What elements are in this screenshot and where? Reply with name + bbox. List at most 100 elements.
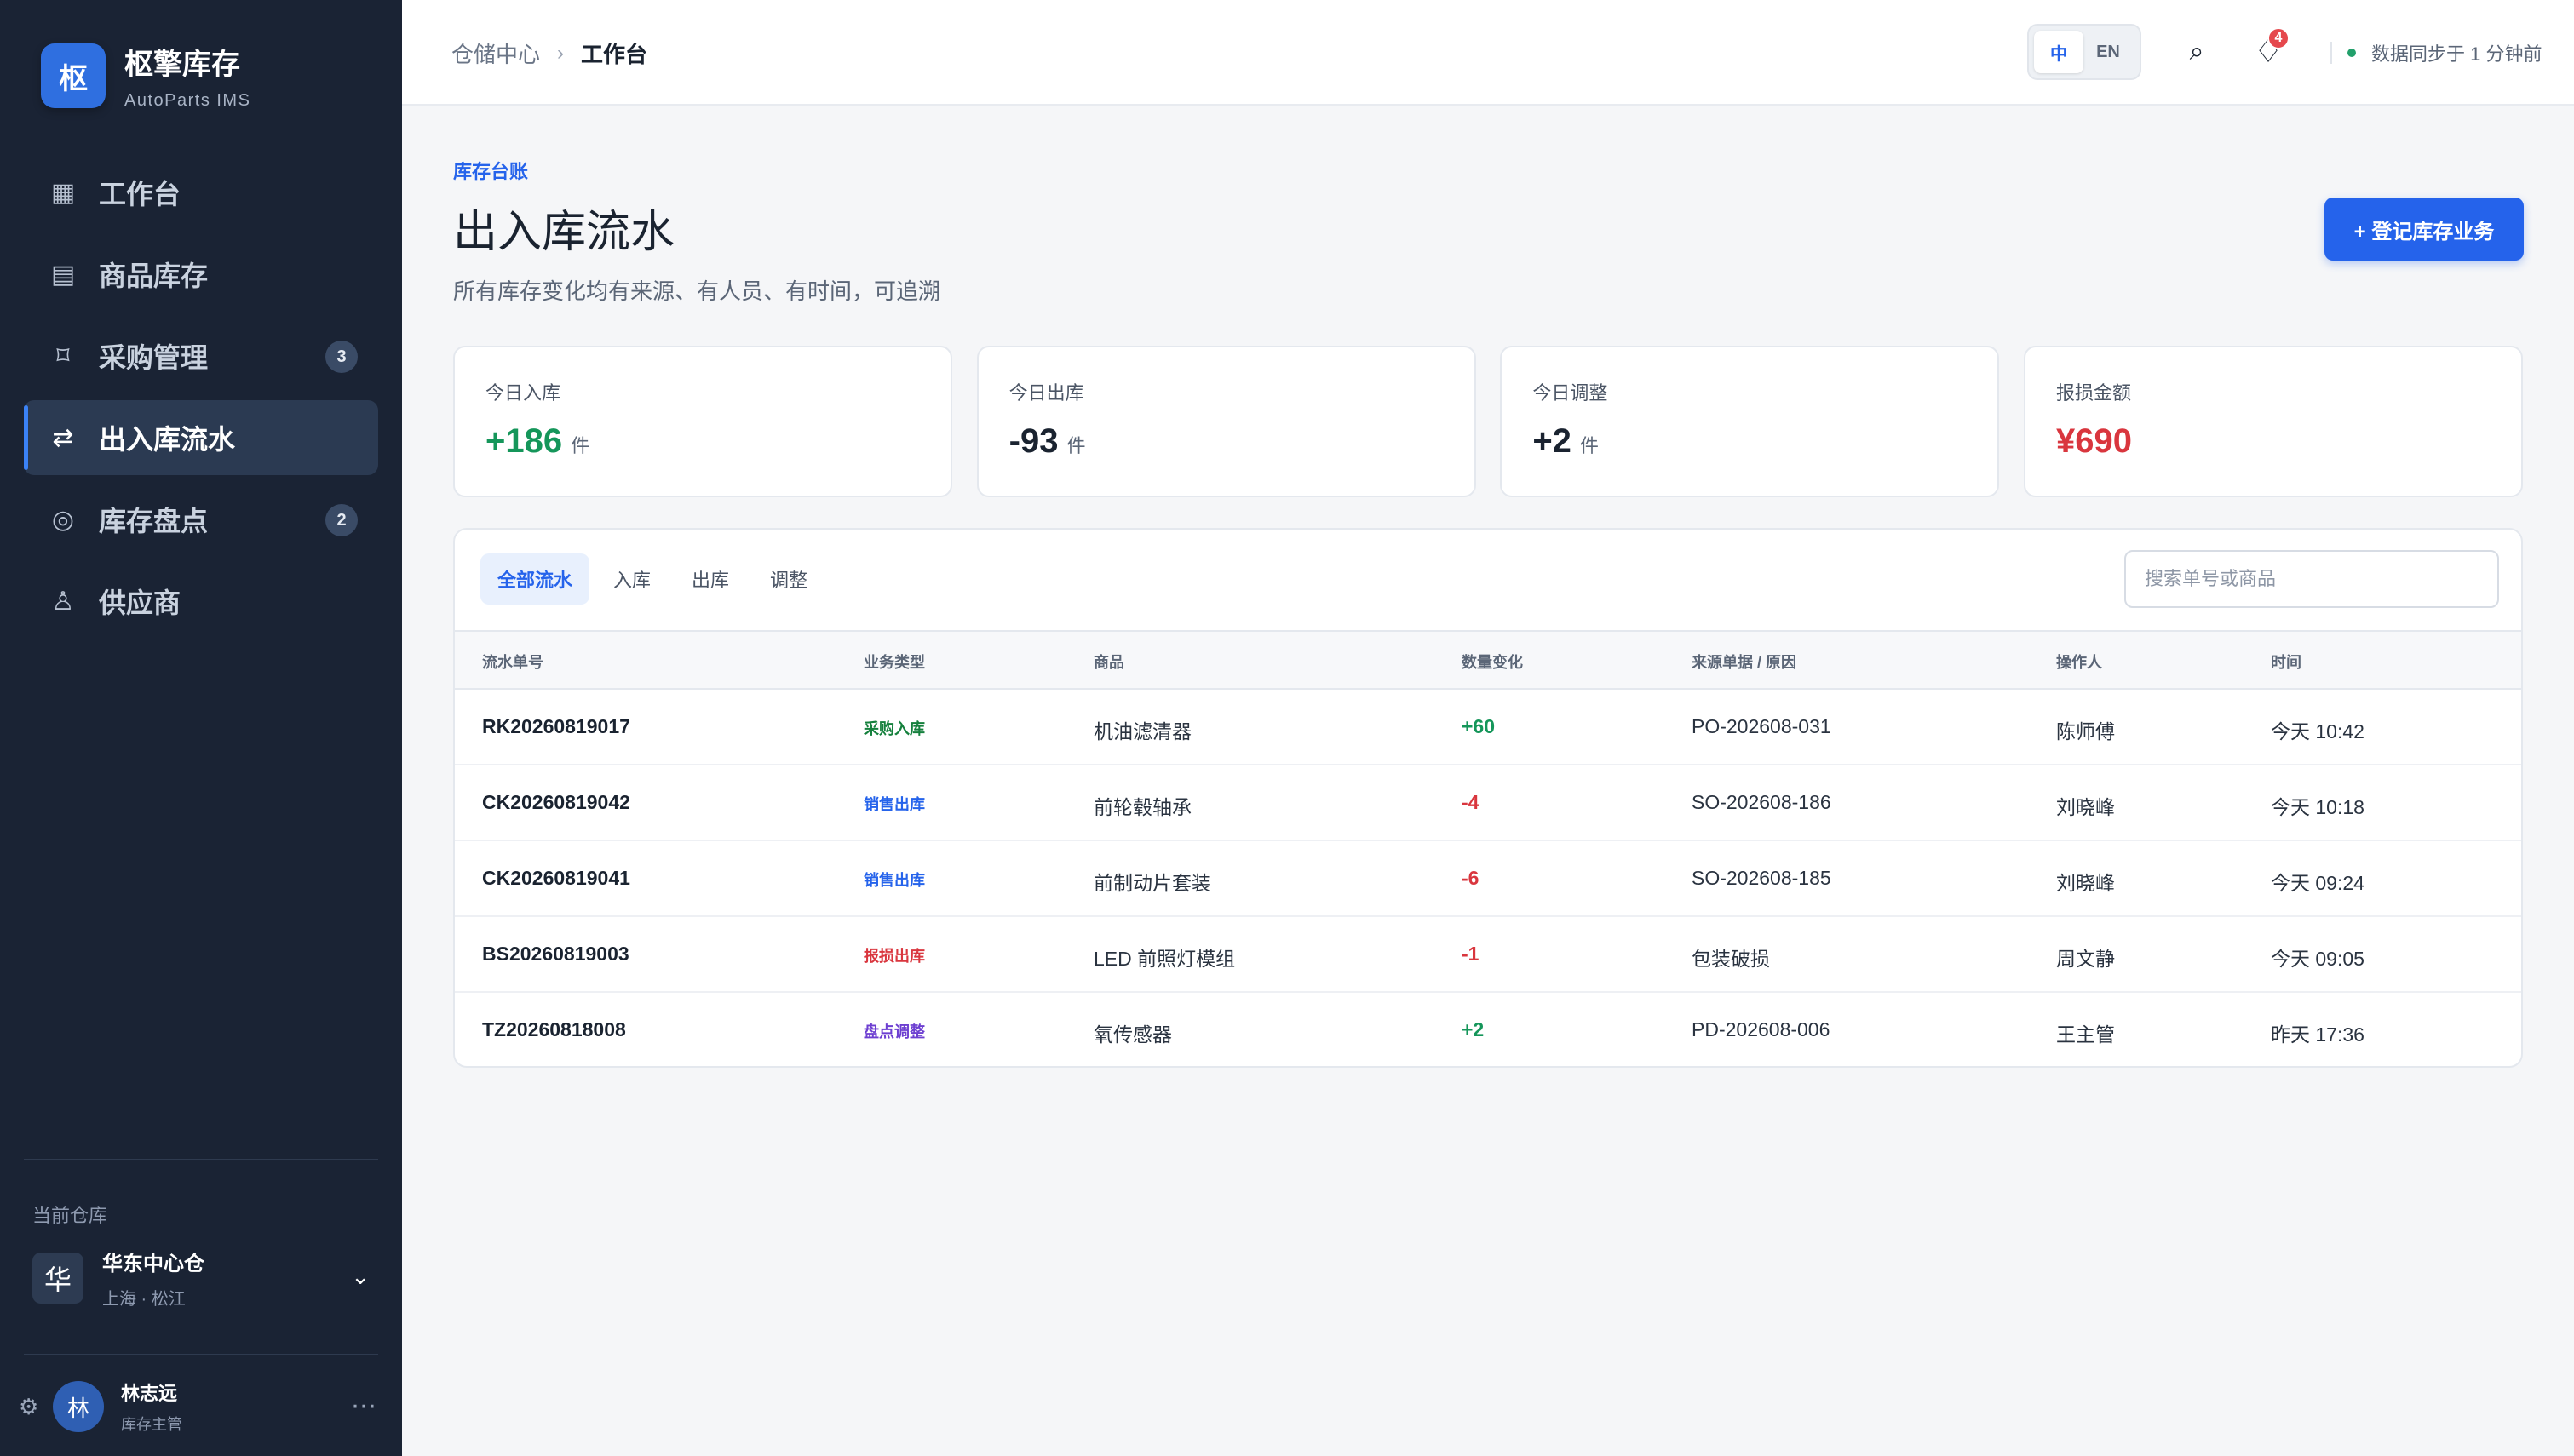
qty-change-cell: -1 — [1462, 943, 1479, 965]
language-toggle: 中 EN — [2027, 24, 2141, 80]
sidebar-nav: ▦ 工作台 ▤ 商品库存 ⌑ 采购管理 3 ⇄ 出入库流水 ◎ 库存盘点 2 ♙… — [24, 155, 378, 645]
table-body: RK20260819017 采购入库 机油滤清器 +60 PO-202608-0… — [455, 690, 2521, 1066]
divider — [24, 1159, 378, 1160]
list-icon: ▤ — [50, 260, 76, 289]
user-profile[interactable]: ⚙ 林 林志远 库存主管 ⋯ — [19, 1379, 378, 1434]
stat-value: +186 件 — [485, 422, 920, 461]
source-cell: 包装破损 — [1692, 948, 1770, 970]
flow-id-cell: RK20260819017 — [482, 715, 630, 737]
flow-id-cell: BS20260819003 — [482, 943, 629, 965]
column-header[interactable]: 来源单据 / 原因 — [1692, 651, 1796, 673]
search-icon[interactable]: ⌕ — [2174, 29, 2220, 75]
table-row[interactable]: CK20260819042 销售出库 前轮毂轴承 -4 SO-202608-18… — [455, 765, 2521, 841]
table-row[interactable]: RK20260819017 采购入库 机油滤清器 +60 PO-202608-0… — [455, 690, 2521, 765]
qty-change-cell: -6 — [1462, 867, 1479, 889]
type-badge: 销售出库 — [864, 872, 925, 889]
table-row[interactable]: BS20260819003 报损出库 LED 前照灯模组 -1 包装破损 周文静… — [455, 917, 2521, 993]
sidebar-item-label: 库存盘点 — [99, 506, 209, 536]
sidebar: 枢 枢擎库存 AutoParts IMS ▦ 工作台 ▤ 商品库存 ⌑ 采购管理… — [0, 0, 402, 1456]
user-role: 库存主管 — [121, 1416, 182, 1433]
stat-value: +2 件 — [1532, 422, 1967, 461]
brand-text: 枢擎库存 AutoParts IMS — [124, 41, 250, 111]
source-cell: SO-202608-185 — [1692, 867, 1831, 889]
warehouse-name: 华东中心仓 — [102, 1253, 204, 1275]
lang-zh-option[interactable]: 中 — [2034, 31, 2083, 73]
tab-outbound[interactable]: 出库 — [675, 553, 746, 605]
stat-number: +186 — [485, 422, 563, 460]
tab-adjustment[interactable]: 调整 — [753, 553, 824, 605]
qty-change-cell: -4 — [1462, 791, 1479, 813]
column-header[interactable]: 时间 — [2271, 651, 2301, 673]
type-badge: 采购入库 — [864, 720, 925, 737]
gear-icon[interactable]: ⚙ — [19, 1394, 41, 1420]
more-icon[interactable]: ⋯ — [351, 1391, 378, 1421]
divider — [2330, 42, 2332, 64]
column-header[interactable]: 操作人 — [2056, 651, 2102, 673]
column-header[interactable]: 商品 — [1094, 651, 1124, 673]
sidebar-item-stocktake[interactable]: ◎ 库存盘点 2 — [24, 482, 378, 557]
tab-inbound[interactable]: 入库 — [596, 553, 668, 605]
page-title: 出入库流水 — [453, 208, 675, 257]
product-cell: 前制动片套装 — [1094, 872, 1211, 894]
sidebar-item-label: 商品库存 — [99, 261, 209, 291]
time-cell: 今天 10:18 — [2271, 796, 2364, 818]
stat-card-outbound: 今日出库 -93 件 — [976, 346, 1476, 497]
sidebar-item-dashboard[interactable]: ▦ 工作台 — [24, 155, 378, 230]
sidebar-item-suppliers[interactable]: ♙ 供应商 — [24, 564, 378, 639]
stat-unit: 件 — [571, 435, 590, 456]
source-cell: PO-202608-031 — [1692, 715, 1831, 737]
divider — [24, 1354, 378, 1355]
stat-unit: 件 — [1066, 435, 1086, 456]
cart-icon: ⌑ — [56, 341, 70, 370]
sync-status-text: 数据同步于 1 分钟前 — [2371, 43, 2542, 65]
tab-all[interactable]: 全部流水 — [480, 553, 590, 605]
source-cell: PD-202608-006 — [1692, 1018, 1830, 1040]
lang-en-option[interactable]: EN — [2083, 31, 2133, 73]
stat-unit: 件 — [1579, 435, 1599, 456]
page-subtitle: 所有库存变化均有来源、有人员、有时间，可追溯 — [453, 278, 941, 304]
sidebar-item-label: 工作台 — [99, 179, 181, 209]
stat-card-adjustment: 今日调整 +2 件 — [1500, 346, 2000, 497]
chevron-down-icon: ⌄ — [351, 1264, 370, 1289]
sidebar-item-stock-flow[interactable]: ⇄ 出入库流水 — [24, 400, 378, 475]
person-icon: ♙ — [51, 587, 75, 616]
stat-number: +2 — [1532, 422, 1571, 460]
stat-cards: 今日入库 +186 件 今日出库 -93 件 今日调整 +2 件 报损金额 ¥690 — [453, 346, 2523, 497]
brand-subtitle: AutoParts IMS — [124, 91, 251, 110]
stat-card-inbound: 今日入库 +186 件 — [453, 346, 952, 497]
topbar: 仓储中心 › 工作台 中 EN ⌕ ♢ 4 数据同步于 1 分钟前 — [402, 0, 2574, 106]
product-cell: 前轮毂轴承 — [1094, 796, 1192, 818]
breadcrumb-parent[interactable]: 仓储中心 — [451, 37, 540, 69]
brand[interactable]: 枢 枢擎库存 AutoParts IMS — [41, 41, 250, 111]
warehouse-switcher[interactable]: 华 华东中心仓 上海 · 松江 ⌄ — [32, 1248, 378, 1309]
column-header[interactable]: 业务类型 — [864, 651, 925, 673]
warehouse-avatar: 华 — [32, 1253, 83, 1304]
chevron-right-icon: › — [557, 41, 565, 65]
time-cell: 今天 10:42 — [2271, 720, 2364, 742]
flow-id-cell: TZ20260818008 — [482, 1018, 626, 1040]
table-row[interactable]: CK20260819041 销售出库 前制动片套装 -6 SO-202608-1… — [455, 841, 2521, 917]
breadcrumb-current: 工作台 — [581, 42, 648, 67]
count-badge: 3 — [325, 341, 358, 373]
user-name: 林志远 — [121, 1383, 178, 1404]
stat-label: 今日调整 — [1532, 382, 1608, 404]
count-badge: 2 — [325, 504, 358, 536]
flow-id-cell: CK20260819041 — [482, 867, 630, 889]
sidebar-item-purchasing[interactable]: ⌑ 采购管理 3 — [24, 318, 378, 393]
time-cell: 今天 09:24 — [2271, 872, 2364, 894]
column-header[interactable]: 流水单号 — [482, 651, 543, 673]
search-input[interactable] — [2124, 550, 2499, 608]
bell-icon[interactable]: ♢ 4 — [2245, 27, 2291, 75]
table-row[interactable]: TZ20260818008 盘点调整 氧传感器 +2 PD-202608-006… — [455, 993, 2521, 1066]
warehouse-label: 当前仓库 — [32, 1205, 108, 1226]
type-badge: 报损出库 — [864, 948, 925, 965]
brand-name: 枢擎库存 — [124, 49, 240, 81]
sidebar-item-inventory[interactable]: ▤ 商品库存 — [24, 237, 378, 312]
qty-change-cell: +60 — [1462, 715, 1496, 737]
swap-arrows-icon: ⇄ — [52, 423, 74, 452]
breadcrumb: 仓储中心 › 工作台 — [451, 37, 647, 69]
register-stock-button[interactable]: + 登记库存业务 — [2324, 198, 2524, 261]
column-header[interactable]: 数量变化 — [1462, 651, 1523, 673]
operator-cell: 刘晓峰 — [2056, 872, 2115, 894]
stock-flow-panel: 全部流水 入库 出库 调整 流水单号 业务类型 商品 数量变化 来源单据 / 原… — [453, 528, 2523, 1068]
